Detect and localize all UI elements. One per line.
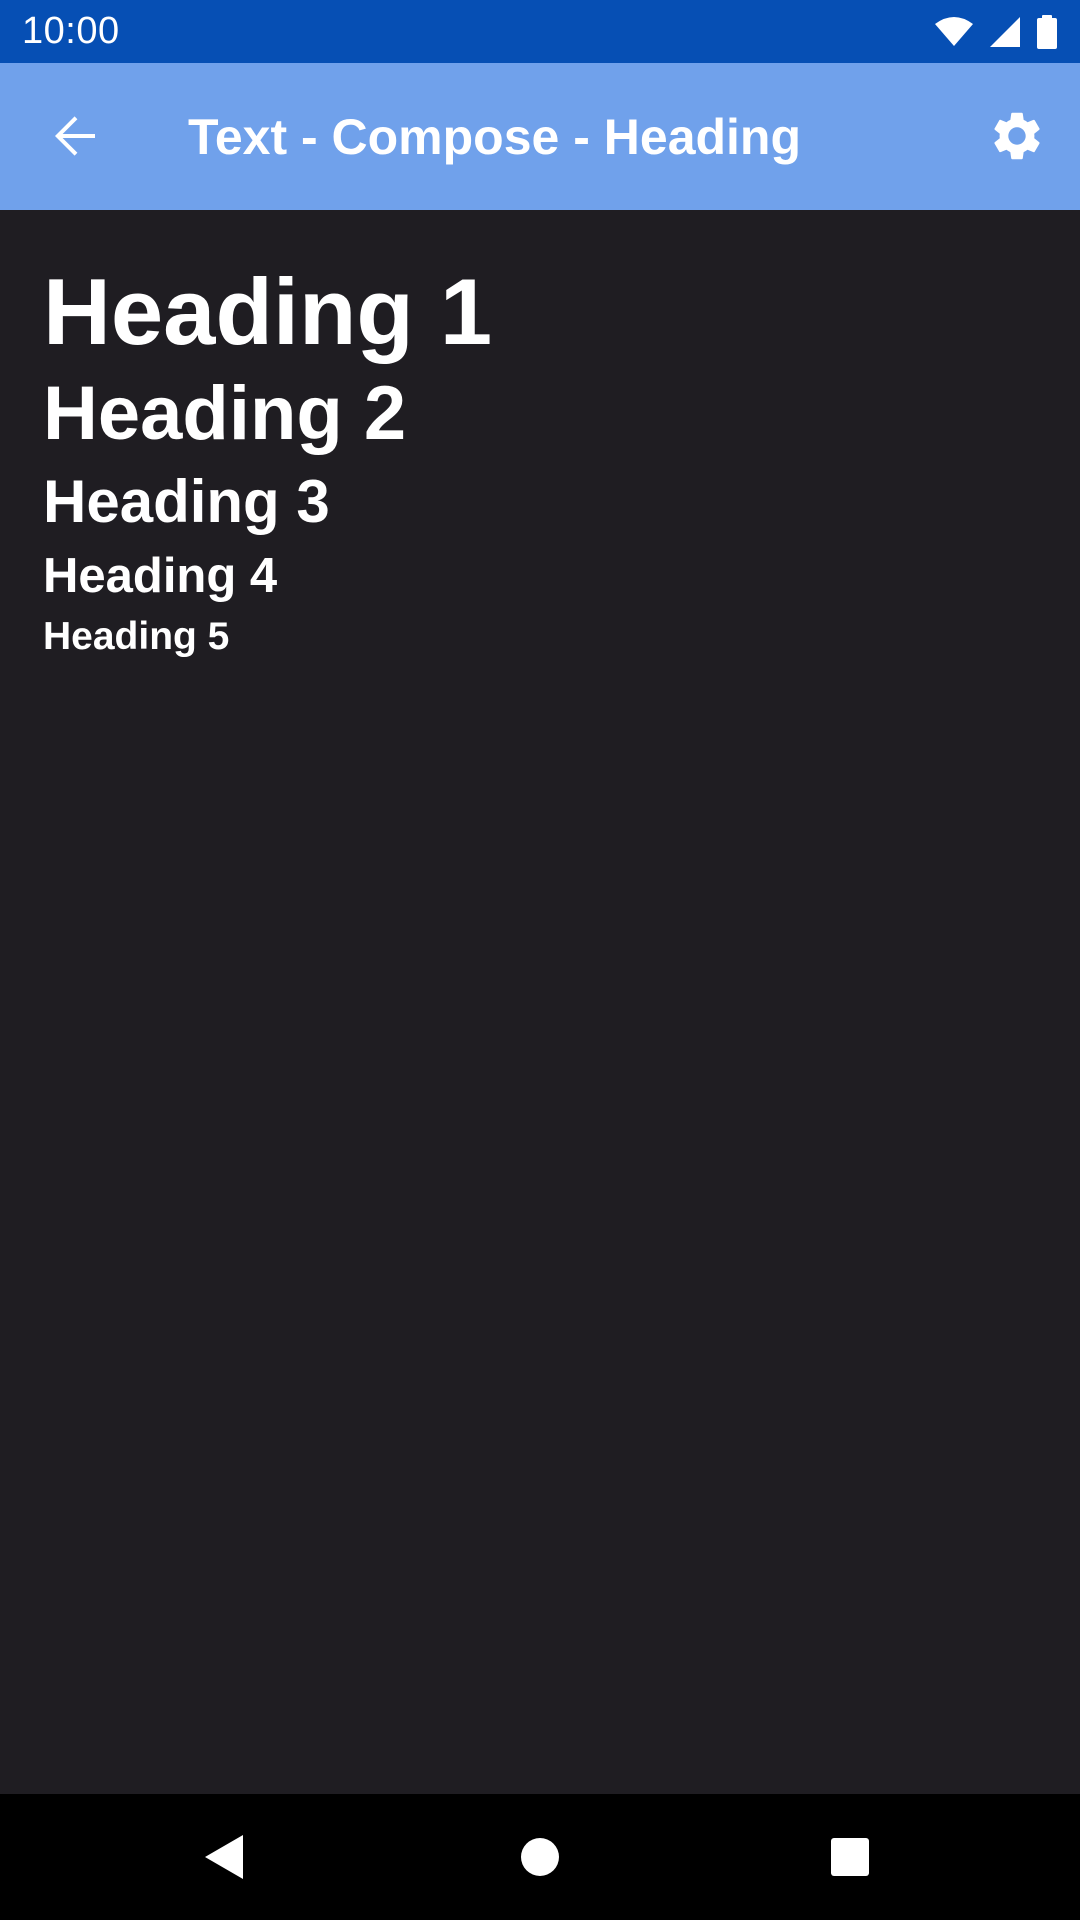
status-time: 10:00 xyxy=(22,10,120,52)
wifi-icon xyxy=(935,16,973,46)
heading-5: Heading 5 xyxy=(43,614,230,658)
app-title: Text - Compose - Heading xyxy=(188,108,802,165)
back-button[interactable] xyxy=(32,93,118,179)
gear-icon xyxy=(994,112,1040,160)
heading-3: Heading 3 xyxy=(43,468,330,536)
nav-home-icon xyxy=(521,1838,559,1876)
heading-4: Heading 4 xyxy=(43,549,278,604)
settings-button[interactable] xyxy=(974,93,1060,179)
content-area: Heading 1 Heading 2 Heading 3 Heading 4 … xyxy=(0,210,1080,1794)
app-bar: Text - Compose - Heading xyxy=(0,63,1080,210)
nav-recents-icon xyxy=(831,1838,869,1876)
cell-signal-icon xyxy=(990,16,1020,47)
arrow-back-icon xyxy=(55,116,95,156)
nav-back-icon xyxy=(205,1835,243,1879)
navigation-bar xyxy=(0,1794,1080,1920)
nav-recents-button[interactable] xyxy=(810,1817,890,1897)
heading-1: Heading 1 xyxy=(43,259,493,364)
nav-back-button[interactable] xyxy=(185,1817,265,1897)
status-bar: 10:00 xyxy=(0,0,1080,63)
heading-2: Heading 2 xyxy=(43,371,407,457)
battery-icon xyxy=(1037,14,1057,49)
nav-home-button[interactable] xyxy=(500,1817,580,1897)
status-icons xyxy=(934,14,1058,49)
